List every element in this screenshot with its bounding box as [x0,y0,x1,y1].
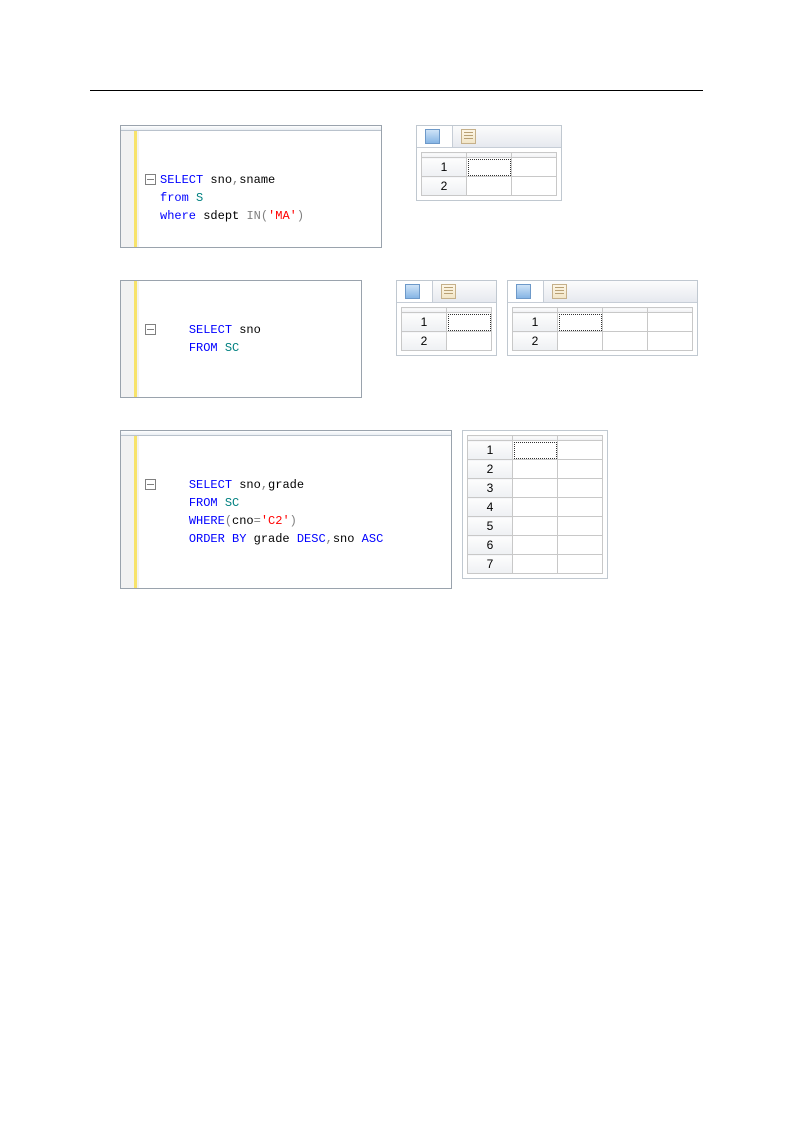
result-tabs-1[interactable] [417,126,561,148]
sql-editor-3: SELECT sno,grade FROM SC WHERE(cno='C2')… [120,430,452,589]
sql-editor-1: SELECT sno,sname from S where sdept IN('… [120,125,382,248]
fold-icon[interactable] [145,174,156,185]
grid-icon [516,284,531,299]
result-tabs-2b[interactable] [508,281,697,303]
result-tabs-2a[interactable] [397,281,496,303]
result-grid-1: 1 2 [421,152,557,196]
message-icon [461,129,476,144]
top-rule [90,90,703,91]
sql-editor-2: SELECT sno FROM SC [120,280,362,398]
fold-icon[interactable] [145,479,156,490]
message-icon [552,284,567,299]
grid-icon [425,129,440,144]
message-icon [441,284,456,299]
result-grid-3: 1 2 3 4 5 6 7 [467,435,603,574]
result-grid-2b: 1 2 [512,307,693,351]
fold-icon[interactable] [145,324,156,335]
grid-icon [405,284,420,299]
result-grid-2a: 1 2 [401,307,492,351]
